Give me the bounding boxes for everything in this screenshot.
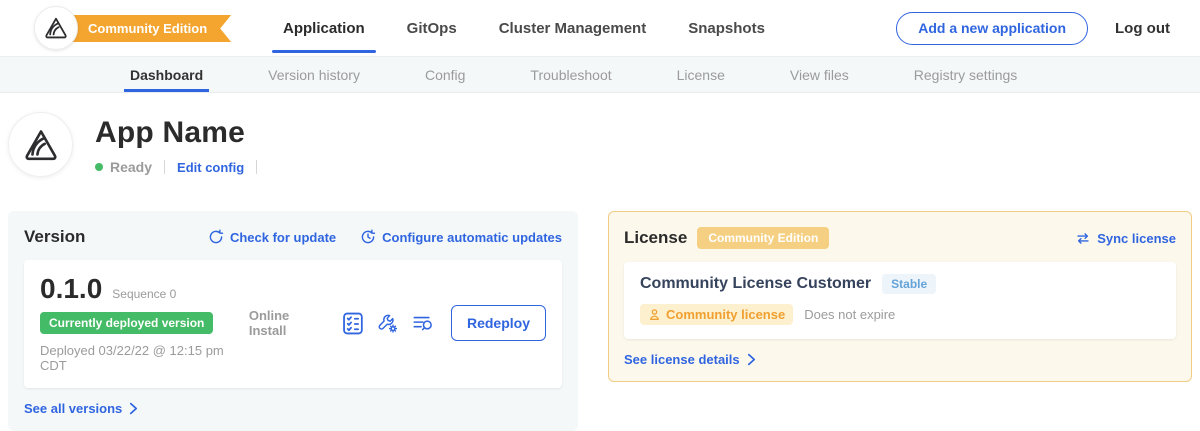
check-for-update-label: Check for update: [230, 230, 336, 245]
app-status-row: Ready Edit config: [95, 159, 269, 175]
status-dot: [95, 163, 103, 171]
sequence-label: Sequence 0: [112, 287, 176, 301]
subnav-registry-settings[interactable]: Registry settings: [908, 57, 1023, 92]
version-number-row: 0.1.0 Sequence 0: [40, 273, 249, 305]
configure-automatic-updates-label: Configure automatic updates: [382, 230, 562, 245]
app-sub-nav: Dashboard Version history Config Trouble…: [0, 57, 1200, 93]
see-license-details-label: See license details: [624, 352, 740, 367]
chevron-right-icon: [128, 402, 139, 415]
license-card: License Community Edition Sync license C…: [608, 211, 1192, 382]
divider: [256, 160, 257, 174]
see-all-versions-label: See all versions: [24, 401, 122, 416]
configure-automatic-updates-link[interactable]: Configure automatic updates: [360, 229, 562, 245]
version-card-title: Version: [24, 227, 85, 247]
see-license-details-link[interactable]: See license details: [624, 352, 757, 367]
person-icon: [648, 308, 661, 321]
sync-arrows-icon: [1075, 231, 1091, 246]
tab-snapshots[interactable]: Snapshots: [672, 0, 781, 56]
version-actions: Online Install: [249, 305, 546, 341]
license-type-row: Community license Does not expire: [640, 304, 1160, 325]
preflight-checks-button[interactable]: [342, 312, 364, 335]
status-label: Ready: [110, 159, 152, 175]
edit-config-button[interactable]: [377, 312, 399, 335]
tab-application[interactable]: Application: [267, 0, 381, 56]
expiration-label: Does not expire: [804, 307, 895, 322]
subnav-version-history[interactable]: Version history: [262, 57, 366, 92]
subnav-license[interactable]: License: [671, 57, 731, 92]
community-edition-badge: Community Edition: [697, 227, 829, 249]
logs-search-icon: [412, 312, 434, 335]
customer-name: Community License Customer: [640, 275, 871, 293]
app-icon: [8, 112, 73, 177]
checklist-icon: [342, 312, 364, 335]
sync-license-link[interactable]: Sync license: [1075, 231, 1176, 246]
brand: Community Edition: [34, 6, 236, 50]
app-header: App Name Ready Edit config: [8, 112, 1192, 177]
chevron-right-icon: [746, 353, 757, 366]
subnav-troubleshoot[interactable]: Troubleshoot: [524, 57, 617, 92]
subnav-view-files[interactable]: View files: [784, 57, 855, 92]
license-card-title: License: [624, 228, 687, 248]
version-info: 0.1.0 Sequence 0 Currently deployed vers…: [40, 273, 249, 373]
app-title-block: App Name Ready Edit config: [95, 112, 269, 177]
page-title: App Name: [95, 116, 269, 150]
tab-gitops[interactable]: GitOps: [391, 0, 473, 56]
top-nav: Community Edition Application GitOps Clu…: [0, 0, 1200, 57]
license-type-badge: Community license: [640, 304, 793, 325]
main-content: App Name Ready Edit config Version: [0, 112, 1200, 431]
sync-license-label: Sync license: [1097, 231, 1176, 246]
wrench-gear-icon: [377, 312, 399, 335]
auto-update-clock-icon: [360, 229, 376, 245]
primary-tabs: Application GitOps Cluster Management Sn…: [262, 0, 786, 56]
replicated-logo-icon: [34, 6, 78, 50]
version-number: 0.1.0: [40, 273, 102, 305]
deployed-timestamp: Deployed 03/22/22 @ 12:15 pm CDT: [40, 343, 249, 373]
license-card-actions: Sync license: [1075, 231, 1176, 246]
currently-deployed-badge: Currently deployed version: [40, 312, 213, 334]
dashboard-cards: Version Check for update Configure autom…: [8, 211, 1192, 431]
tab-cluster-management[interactable]: Cluster Management: [483, 0, 663, 56]
see-all-versions-link[interactable]: See all versions: [24, 401, 139, 416]
subnav-config[interactable]: Config: [419, 57, 471, 92]
redeploy-button[interactable]: Redeploy: [451, 305, 546, 341]
current-version-panel: 0.1.0 Sequence 0 Currently deployed vers…: [24, 260, 562, 388]
version-card: Version Check for update Configure autom…: [8, 211, 578, 431]
community-edition-ribbon: Community Edition: [54, 15, 231, 42]
license-details-panel: Community License Customer Stable Commun…: [624, 262, 1176, 339]
deploy-logs-button[interactable]: [412, 312, 434, 335]
license-type-label: Community license: [666, 307, 785, 322]
channel-badge: Stable: [882, 274, 936, 294]
edit-config-link[interactable]: Edit config: [177, 160, 244, 175]
install-type-label: Online Install: [249, 308, 327, 338]
add-new-application-button[interactable]: Add a new application: [896, 12, 1088, 45]
version-card-actions: Check for update Configure automatic upd…: [208, 229, 562, 245]
version-card-header: Version Check for update Configure autom…: [24, 227, 562, 247]
check-for-update-link[interactable]: Check for update: [208, 229, 336, 245]
customer-row: Community License Customer Stable: [640, 274, 1160, 294]
refresh-icon: [208, 229, 224, 245]
subnav-dashboard[interactable]: Dashboard: [124, 57, 209, 92]
divider: [164, 160, 165, 174]
logout-link[interactable]: Log out: [1115, 20, 1170, 37]
license-card-header: License Community Edition Sync license: [624, 227, 1176, 249]
